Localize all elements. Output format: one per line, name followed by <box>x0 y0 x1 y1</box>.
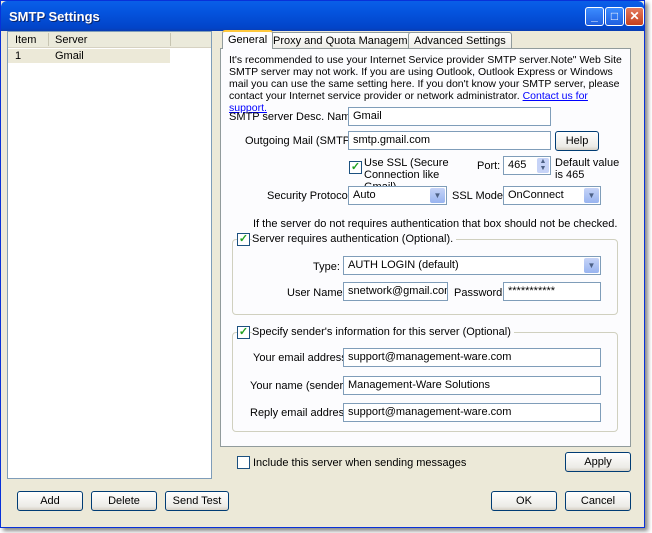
tab-advanced-settings[interactable]: Advanced Settings <box>408 32 512 49</box>
list-item[interactable]: 1 Gmail <box>8 49 170 63</box>
cancel-button[interactable]: Cancel <box>565 491 631 511</box>
sender-checkbox[interactable]: ✓ <box>237 326 250 339</box>
chevron-down-icon: ▼ <box>430 188 445 203</box>
port-label: Port: <box>477 160 501 172</box>
ok-button[interactable]: OK <box>491 491 557 511</box>
item-number: 1 <box>15 50 22 62</box>
desc-name-input[interactable]: Gmail <box>348 107 551 126</box>
column-server[interactable]: Server <box>55 34 87 46</box>
auth-label: Server requires authentication (Optional… <box>252 233 457 245</box>
delete-button[interactable]: Delete <box>91 491 157 511</box>
ssl-mode-select[interactable]: OnConnect ▼ <box>503 186 601 205</box>
spin-icon[interactable]: ▲ ▼ <box>537 158 549 173</box>
general-panel: It's recommended to use your Internet Se… <box>220 48 631 447</box>
password-label: Password: <box>454 287 506 299</box>
tab-general[interactable]: General <box>222 30 274 49</box>
maximize-icon[interactable]: □ <box>605 7 624 26</box>
close-icon[interactable]: ✕ <box>625 7 644 26</box>
type-label: Type: <box>313 261 340 273</box>
security-protocol-label: Security Protocol: <box>267 190 354 202</box>
auth-note: If the server do not requires authentica… <box>253 218 618 230</box>
smtp-settings-window: SMTP Settings _ □ ✕ Item Server 1 Gmail … <box>0 0 645 528</box>
sender-label: Specify sender's information for this se… <box>252 326 514 338</box>
include-label: Include this server when sending message… <box>253 457 467 469</box>
apply-button[interactable]: Apply <box>565 452 631 472</box>
chevron-down-icon: ▼ <box>584 258 599 273</box>
add-button[interactable]: Add <box>17 491 83 511</box>
minimize-icon[interactable]: _ <box>585 7 604 26</box>
column-item[interactable]: Item <box>15 34 36 46</box>
reply-input[interactable]: support@management-ware.com <box>343 403 601 422</box>
use-ssl-checkbox[interactable]: ✓ <box>349 161 362 174</box>
server-name: Gmail <box>55 50 84 62</box>
username-label: User Name: <box>287 287 346 299</box>
window-title: SMTP Settings <box>9 9 100 24</box>
ssl-mode-label: SSL Mode: <box>452 190 507 202</box>
outgoing-input[interactable]: smtp.gmail.com <box>348 131 551 150</box>
port-hint: Default value is 465 <box>555 157 620 181</box>
info-text: It's recommended to use your Internet Se… <box>229 54 622 114</box>
email-label: Your email address: <box>253 352 350 364</box>
password-input[interactable]: *********** <box>503 282 601 301</box>
auth-group <box>232 239 618 315</box>
name-label: Your name (sender): <box>250 380 350 392</box>
auth-checkbox[interactable]: ✓ <box>237 233 250 246</box>
security-protocol-select[interactable]: Auto ▼ <box>348 186 447 205</box>
send-test-button[interactable]: Send Test <box>165 491 229 511</box>
server-list[interactable]: Item Server 1 Gmail <box>7 31 212 479</box>
list-header: Item Server <box>8 32 211 48</box>
auth-type-select[interactable]: AUTH LOGIN (default) ▼ <box>343 256 601 275</box>
reply-label: Reply email address: <box>250 407 353 419</box>
outgoing-label: Outgoing Mail (SMTP): <box>245 135 357 147</box>
username-input[interactable]: snetwork@gmail.com <box>343 282 448 301</box>
name-input[interactable]: Management-Ware Solutions <box>343 376 601 395</box>
email-input[interactable]: support@management-ware.com <box>343 348 601 367</box>
chevron-down-icon: ▼ <box>584 188 599 203</box>
port-stepper[interactable]: 465 ▲ ▼ <box>503 156 551 175</box>
title-bar: SMTP Settings _ □ ✕ <box>1 1 644 31</box>
desc-name-label: SMTP server Desc. Name: <box>229 111 360 123</box>
help-button[interactable]: Help <box>555 131 599 151</box>
tab-proxy-quota[interactable]: Proxy and Quota Management <box>267 32 429 49</box>
include-checkbox[interactable] <box>237 456 250 469</box>
